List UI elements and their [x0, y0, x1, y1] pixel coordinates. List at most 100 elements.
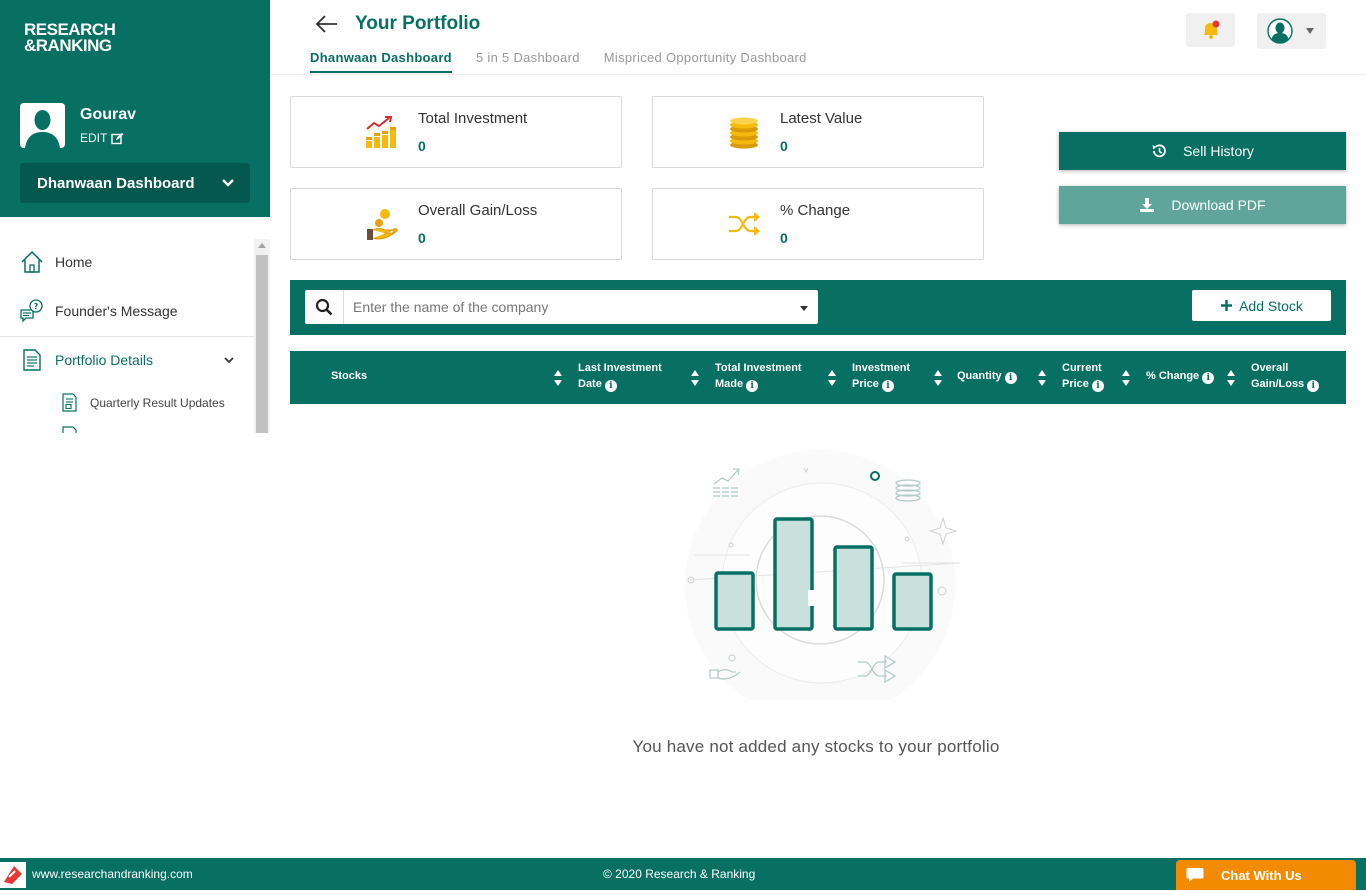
- edit-profile-link[interactable]: EDIT: [80, 131, 124, 145]
- footer-copyright: © 2020 Research & Ranking: [603, 867, 756, 881]
- info-icon[interactable]: i: [1307, 380, 1320, 392]
- column-header-label: Last Investment: [578, 362, 662, 374]
- column-header-investment-price[interactable]: Investment Price i: [852, 360, 910, 392]
- user-name: Gourav: [80, 106, 137, 123]
- empty-portfolio-illustration: [685, 450, 961, 700]
- caret-down-icon: [1306, 28, 1314, 34]
- scrollbar-thumb[interactable]: [256, 255, 268, 433]
- column-header-last-investment-date[interactable]: Last Investment Date i: [578, 360, 662, 392]
- sidebar-item-portfolio-details[interactable]: Portfolio Details: [0, 335, 254, 384]
- search-button[interactable]: [305, 290, 344, 324]
- info-icon[interactable]: i: [881, 380, 894, 392]
- sidebar-item-founders-message[interactable]: ? Founder's Message: [0, 286, 254, 335]
- column-header-label: Date: [578, 378, 602, 390]
- card-label: % Change: [780, 202, 851, 219]
- sidebar-item-label: Portfolio Details: [55, 351, 154, 368]
- page-title: Your Portfolio: [355, 13, 481, 34]
- company-search-input[interactable]: [344, 290, 818, 324]
- column-header-total-investment-made[interactable]: Total Investment Made i: [715, 360, 802, 392]
- stock-search-bar: Add Stock: [290, 280, 1346, 335]
- sort-icon[interactable]: [691, 369, 699, 387]
- card-percent-change: % Change 0: [652, 188, 984, 260]
- sort-icon[interactable]: [1122, 369, 1130, 387]
- info-icon[interactable]: i: [1202, 372, 1215, 384]
- card-value: 0: [418, 230, 426, 246]
- info-icon[interactable]: i: [604, 380, 617, 392]
- edit-label: EDIT: [80, 131, 108, 145]
- info-icon[interactable]: i: [1004, 372, 1017, 384]
- empty-state-message-text: You have not added any stocks to your po…: [632, 737, 1000, 756]
- chevron-down-icon: [224, 357, 234, 364]
- dashboard-select[interactable]: Dhanwaan Dashboard: [20, 163, 250, 203]
- scroll-up-arrow-icon[interactable]: [258, 243, 266, 248]
- growth-chart-icon: [366, 116, 396, 148]
- document-icon: [23, 348, 41, 371]
- info-icon[interactable]: i: [746, 380, 759, 392]
- sort-icon[interactable]: [1227, 369, 1235, 387]
- sort-icon[interactable]: [828, 369, 836, 387]
- column-header-overall-gain-loss[interactable]: Overall Gain/Loss i: [1251, 360, 1320, 392]
- avatar: [20, 103, 65, 148]
- column-header-label: Investment: [852, 362, 911, 374]
- download-pdf-label: Download PDF: [1171, 197, 1266, 213]
- download-icon: [1140, 198, 1155, 212]
- dashboard-tabs: Dhanwaan Dashboard 5 in 5 Dashboard Misp…: [310, 50, 807, 73]
- search-icon: [315, 298, 333, 316]
- user-avatar-icon: [1267, 18, 1293, 44]
- column-header-label: Made: [715, 378, 744, 390]
- card-latest-value: Latest Value 0: [652, 96, 984, 168]
- sidebar-divider: [0, 336, 254, 337]
- sidebar-item-home[interactable]: Home: [0, 237, 254, 286]
- download-pdf-button[interactable]: Download PDF: [1059, 186, 1346, 224]
- shuffle-arrows-icon: [729, 212, 760, 236]
- notifications-button[interactable]: [1186, 13, 1235, 47]
- report-icon: [62, 393, 77, 412]
- column-header-label: Total Investment: [715, 362, 802, 374]
- site-favicon-icon: [0, 862, 26, 888]
- sidebar-item-label: Founder's Message: [55, 302, 178, 319]
- back-arrow-icon[interactable]: [315, 13, 339, 35]
- chevron-down-icon: [222, 179, 234, 187]
- history-icon: [1152, 144, 1166, 158]
- sidebar-subitem-quarterly-results[interactable]: Quarterly Result Updates: [60, 393, 225, 412]
- info-icon[interactable]: i: [1091, 380, 1104, 392]
- tab-5-in-5-dashboard[interactable]: 5 in 5 Dashboard: [476, 50, 580, 73]
- card-total-investment: Total Investment 0: [290, 96, 622, 168]
- brand-logo[interactable]: RESEARCH &RANKING: [24, 21, 116, 54]
- column-header-percent-change[interactable]: % Change i: [1146, 368, 1215, 384]
- sort-icon[interactable]: [1038, 369, 1046, 387]
- edit-icon: [111, 132, 124, 144]
- sell-history-button[interactable]: Sell History: [1059, 132, 1346, 170]
- tab-mispriced-opportunity-dashboard[interactable]: Mispriced Opportunity Dashboard: [604, 50, 807, 73]
- footer-site-link[interactable]: www.researchandranking.com: [32, 867, 193, 881]
- card-overall-gain-loss: Overall Gain/Loss 0: [290, 188, 622, 260]
- column-header-label: Price: [852, 378, 879, 390]
- sort-icon[interactable]: [554, 369, 562, 387]
- column-header-current-price[interactable]: Current Price i: [1062, 360, 1104, 392]
- add-stock-button[interactable]: Add Stock: [1192, 290, 1331, 321]
- sell-history-label: Sell History: [1183, 143, 1254, 159]
- dashboard-select-label: Dhanwaan Dashboard: [37, 174, 195, 192]
- chat-with-us-button[interactable]: Chat With Us: [1176, 860, 1356, 890]
- profile-menu-button[interactable]: [1257, 13, 1326, 49]
- sort-icon[interactable]: [934, 369, 942, 387]
- user-silhouette-icon: [20, 103, 65, 148]
- bell-icon: [1203, 20, 1219, 39]
- card-value: 0: [780, 138, 788, 154]
- column-header-quantity[interactable]: Quantity i: [957, 368, 1017, 384]
- sidebar-header: RESEARCH &RANKING Gourav EDIT Dhanwaan D…: [0, 0, 270, 217]
- column-header-label: Gain/Loss: [1251, 378, 1305, 390]
- column-header-stocks[interactable]: Stocks: [331, 368, 367, 384]
- sidebar-nav: Home ? Founder's Message Portfolio Detai…: [0, 237, 254, 384]
- card-label: Overall Gain/Loss: [418, 202, 538, 219]
- column-header-label: Stocks: [331, 370, 368, 382]
- sidebar-scrollbar[interactable]: [254, 239, 270, 433]
- card-value: 0: [780, 230, 788, 246]
- header-divider: [270, 74, 1366, 75]
- column-header-label: Current: [1062, 362, 1102, 374]
- footer: www.researchandranking.com © 2020 Resear…: [0, 858, 1366, 890]
- search-dropdown-caret-icon[interactable]: [800, 306, 808, 311]
- tab-dhanwaan-dashboard[interactable]: Dhanwaan Dashboard: [310, 50, 452, 73]
- plus-icon: [1221, 300, 1233, 311]
- card-label: Latest Value: [780, 110, 863, 127]
